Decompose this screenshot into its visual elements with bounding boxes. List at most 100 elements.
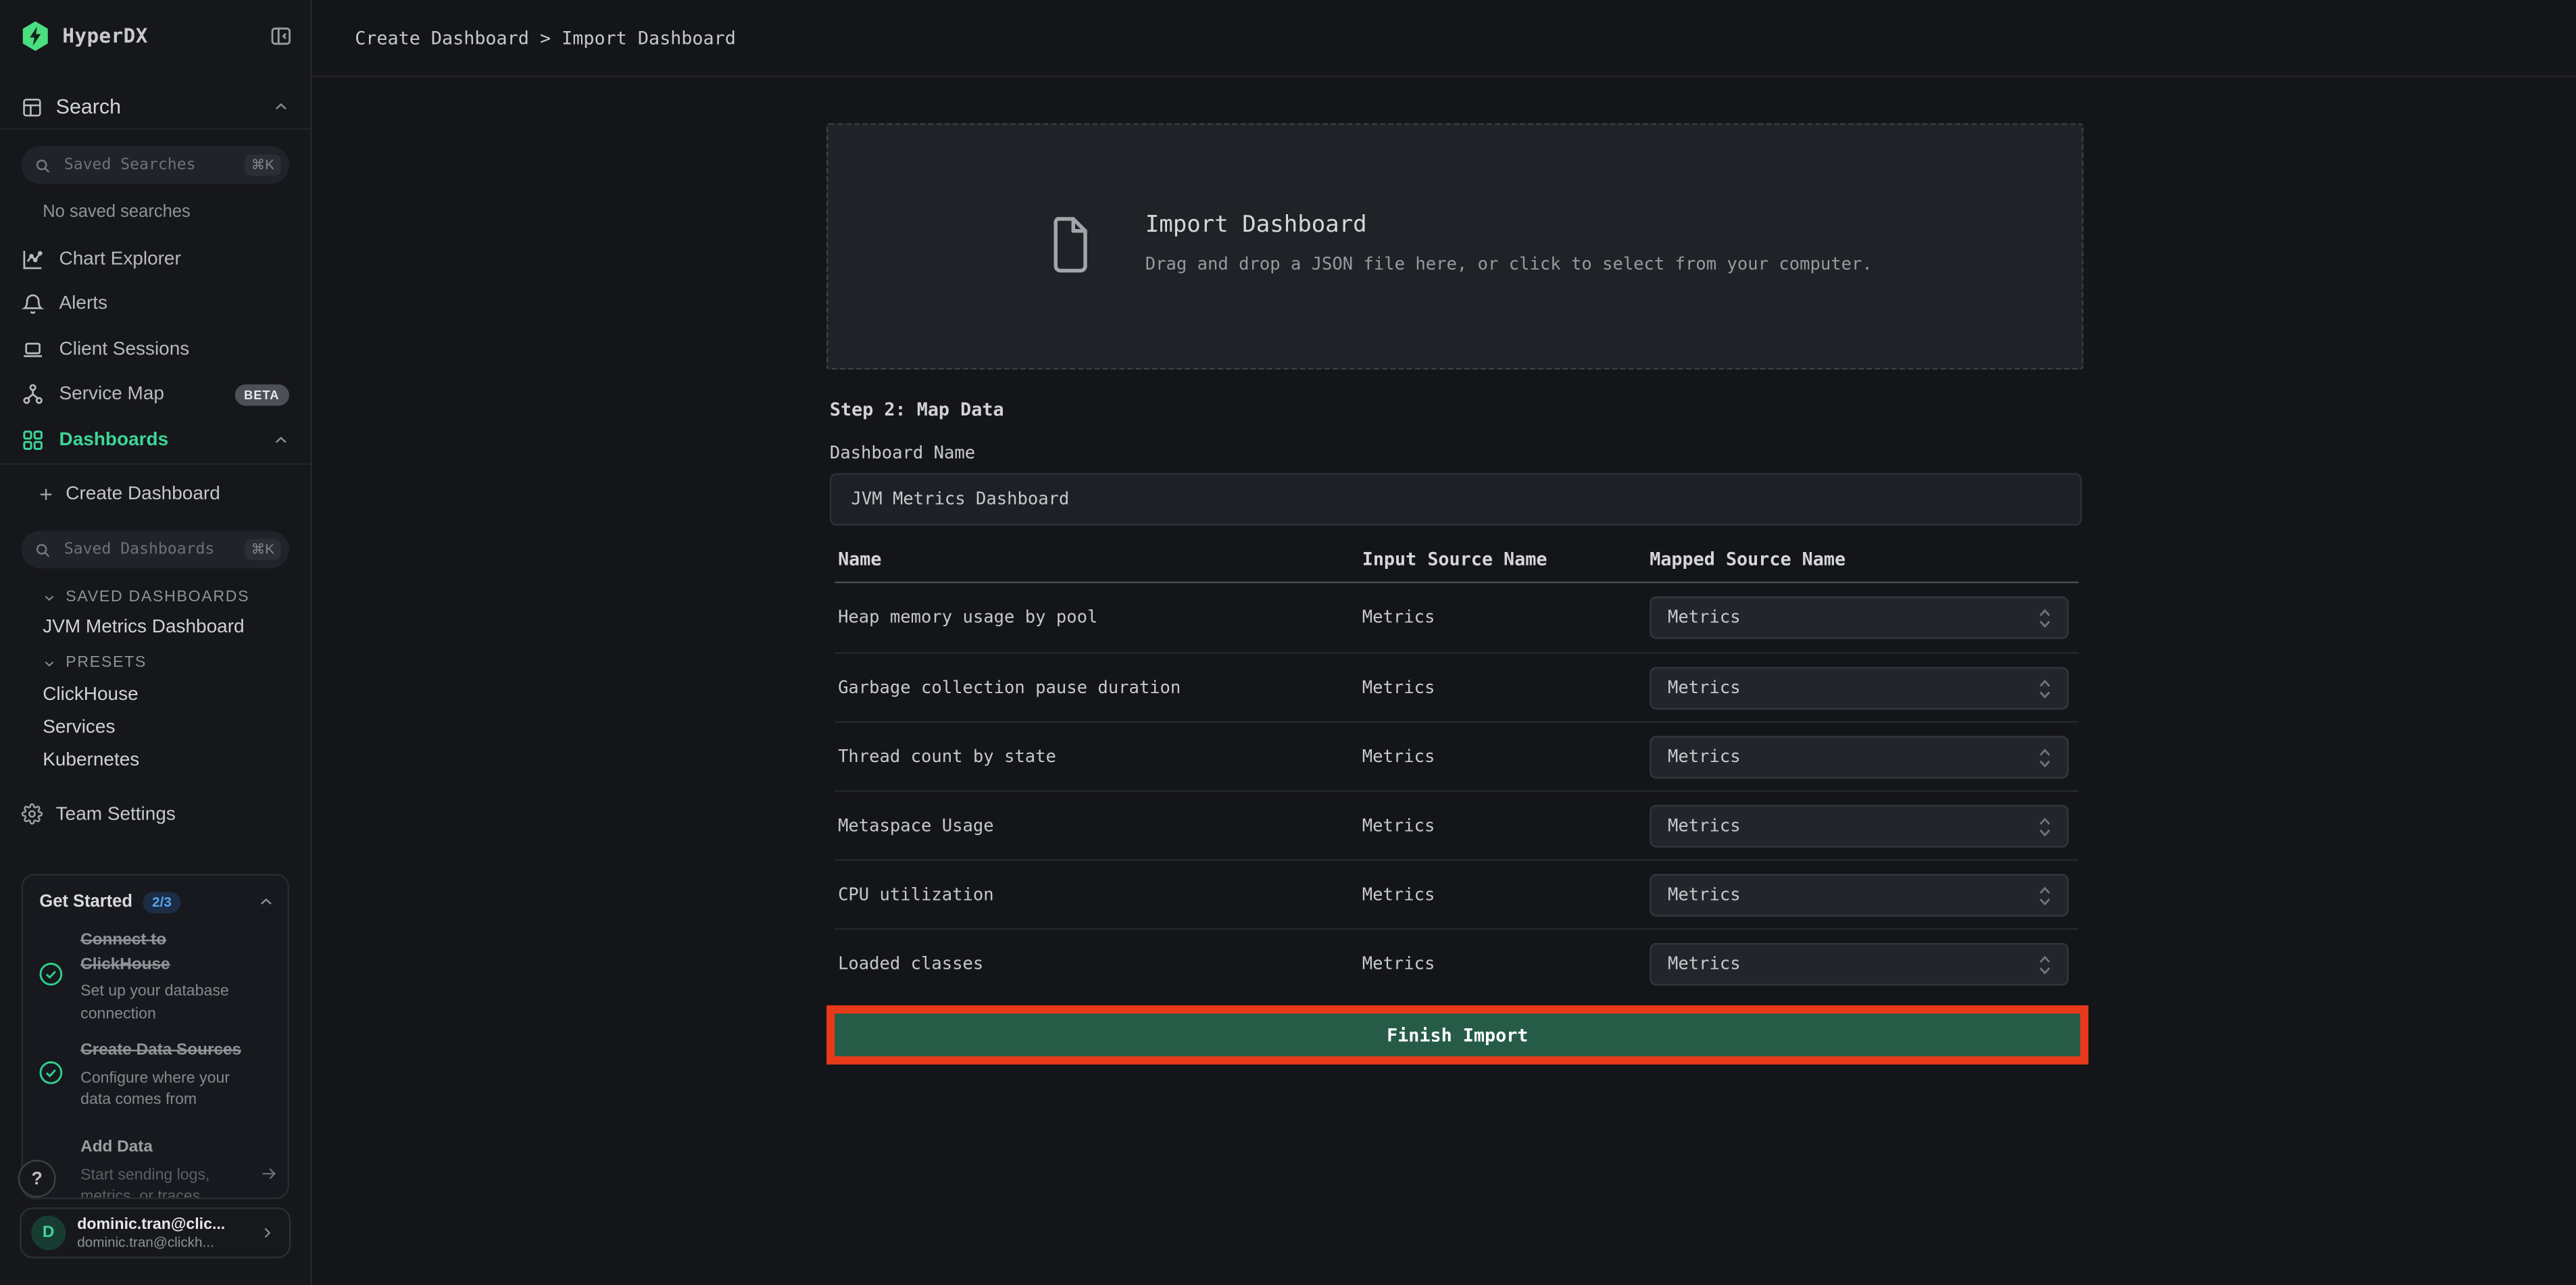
user-email: dominic.tran@clickh...: [77, 1234, 225, 1251]
select-value: Metrics: [1668, 669, 1741, 708]
table-row: Heap memory usage by pool Metrics Metric…: [835, 583, 2079, 652]
row-input-source: Metrics: [1362, 930, 1435, 999]
breadcrumb: Create Dashboard > Import Dashboard: [355, 0, 736, 77]
select-value: Metrics: [1668, 876, 1741, 915]
step-title: Add Data: [80, 1137, 258, 1161]
column-header-name: Name: [838, 549, 881, 570]
search-icon: [34, 157, 51, 173]
row-name: Metaspace Usage: [838, 792, 994, 861]
select-value: Metrics: [1668, 738, 1741, 777]
mapped-source-select[interactable]: Metrics: [1650, 943, 2069, 986]
sidebar-item-client-sessions[interactable]: Client Sessions: [22, 332, 289, 368]
dashboards-icon: [22, 429, 45, 452]
create-dashboard-button[interactable]: Create Dashboard: [38, 480, 220, 509]
dashboard-name-input[interactable]: [830, 473, 2082, 526]
sidebar-item-service-map[interactable]: Service Map BETA: [22, 376, 289, 412]
saved-searches-search[interactable]: ⌘K: [22, 146, 289, 184]
select-value: Metrics: [1668, 598, 1741, 637]
sidebar-item-label: Client Sessions: [59, 340, 190, 359]
chevron-up-icon[interactable]: [273, 432, 289, 448]
plus-icon: [38, 486, 54, 503]
step-subtitle: Start sending logs, metrics, or traces: [80, 1164, 258, 1199]
service-map-icon: [22, 383, 45, 406]
step-subtitle: Set up your database connection: [80, 981, 258, 1026]
get-started-step-connect[interactable]: Connect to ClickHouse Set up your databa…: [80, 930, 258, 1025]
sidebar-item-kubernetes[interactable]: Kubernetes: [43, 747, 139, 774]
table-header: Name Input Source Name Mapped Source Nam…: [835, 549, 2079, 575]
column-header-mapped-source: Mapped Source Name: [1650, 549, 1846, 570]
sidebar-item-alerts[interactable]: Alerts: [22, 286, 289, 322]
get-started-title: Get Started: [39, 892, 132, 911]
saved-dashboards-search[interactable]: ⌘K: [22, 530, 289, 568]
column-header-input-source: Input Source Name: [1362, 549, 1547, 570]
row-input-source: Metrics: [1362, 792, 1435, 861]
mapped-source-select[interactable]: Metrics: [1650, 736, 2069, 778]
sidebar-item-dashboards[interactable]: Dashboards: [22, 422, 289, 458]
sidebar-item-team-settings[interactable]: Team Settings: [22, 800, 176, 828]
beta-badge: BETA: [234, 384, 289, 405]
sidebar-item-label: Alerts: [59, 294, 108, 313]
mapped-source-select[interactable]: Metrics: [1650, 597, 2069, 639]
unfold-icon: [2036, 953, 2054, 977]
row-input-source: Metrics: [1362, 861, 1435, 930]
import-dropzone[interactable]: Import Dashboard Drag and drop a JSON fi…: [826, 123, 2083, 370]
question-mark: ?: [32, 1169, 43, 1188]
mapped-source-select[interactable]: Metrics: [1650, 667, 2069, 709]
presets-group[interactable]: PRESETS: [43, 652, 147, 674]
table-row: Garbage collection pause duration Metric…: [835, 652, 2079, 721]
annotation-highlight-box: Finish Import: [826, 1005, 2088, 1065]
dashboard-name-label: Dashboard Name: [830, 444, 975, 463]
get-started-header[interactable]: Get Started 2/3: [39, 888, 274, 915]
app-window: HyperDX Search ⌘K No saved searches: [0, 0, 2576, 1284]
row-name: Garbage collection pause duration: [838, 654, 1181, 723]
mapped-source-select[interactable]: Metrics: [1650, 874, 2069, 917]
top-bar: Create Dashboard > Import Dashboard: [312, 0, 2576, 77]
get-started-card: Get Started 2/3 Connect to ClickHouse Se…: [22, 874, 289, 1199]
shortcut-badge: ⌘K: [245, 155, 281, 176]
avatar: D: [31, 1215, 66, 1250]
sidebar-item-jvm-metrics-dashboard[interactable]: JVM Metrics Dashboard: [43, 614, 244, 640]
sidebar-item-clickhouse[interactable]: ClickHouse: [43, 682, 138, 708]
finish-import-label: Finish Import: [1387, 1024, 1528, 1046]
user-name: dominic.tran@clic...: [77, 1215, 225, 1234]
help-button[interactable]: ?: [18, 1160, 56, 1198]
unfold-icon: [2036, 884, 2054, 908]
step-title: Connect to ClickHouse: [80, 930, 258, 978]
sidebar-section-search[interactable]: Search: [22, 89, 289, 124]
sidebar-item-services[interactable]: Services: [43, 715, 115, 741]
chevron-up-icon[interactable]: [258, 894, 274, 910]
sidebar-collapse-icon[interactable]: [270, 24, 293, 47]
unfold-icon: [2036, 815, 2054, 839]
get-started-step-sources[interactable]: Create Data Sources Configure where your…: [80, 1040, 258, 1111]
preset-link-label: Services: [43, 718, 115, 738]
team-settings-label: Team Settings: [56, 804, 176, 824]
dropzone-subtitle: Drag and drop a JSON file here, or click…: [1145, 255, 1873, 274]
sidebar-item-chart-explorer[interactable]: Chart Explorer: [22, 241, 289, 277]
step-label: Step 2: Map Data: [830, 399, 1004, 421]
saved-searches-input[interactable]: [61, 155, 245, 176]
row-name: CPU utilization: [838, 861, 994, 930]
select-value: Metrics: [1668, 807, 1741, 846]
chevron-up-icon[interactable]: [273, 99, 289, 115]
progress-badge: 2/3: [143, 891, 182, 913]
shortcut-badge: ⌘K: [245, 539, 281, 561]
user-menu[interactable]: D dominic.tran@clic... dominic.tran@clic…: [20, 1207, 291, 1258]
bell-icon: [22, 293, 45, 316]
file-icon: [1048, 216, 1093, 275]
saved-dashboards-group[interactable]: SAVED DASHBOARDS: [43, 586, 249, 608]
logo-row: HyperDX: [22, 16, 293, 55]
saved-dashboards-input[interactable]: [61, 539, 245, 561]
chevron-down-icon: [43, 656, 55, 669]
sidebar-item-label: Service Map: [59, 384, 164, 404]
unfold-icon: [2036, 606, 2054, 630]
laptop-icon: [22, 338, 45, 361]
table-row: Metaspace Usage Metrics Metrics: [835, 790, 2079, 859]
mapped-source-select[interactable]: Metrics: [1650, 805, 2069, 847]
table-row: Loaded classes Metrics Metrics: [835, 928, 2079, 997]
chevron-down-icon: [43, 590, 55, 603]
divider: [0, 463, 311, 465]
row-name: Heap memory usage by pool: [838, 583, 1097, 652]
finish-import-button[interactable]: Finish Import: [835, 1013, 2080, 1056]
search-section-label: Search: [56, 95, 121, 118]
get-started-step-add-data[interactable]: Add Data Start sending logs, metrics, or…: [80, 1137, 258, 1199]
